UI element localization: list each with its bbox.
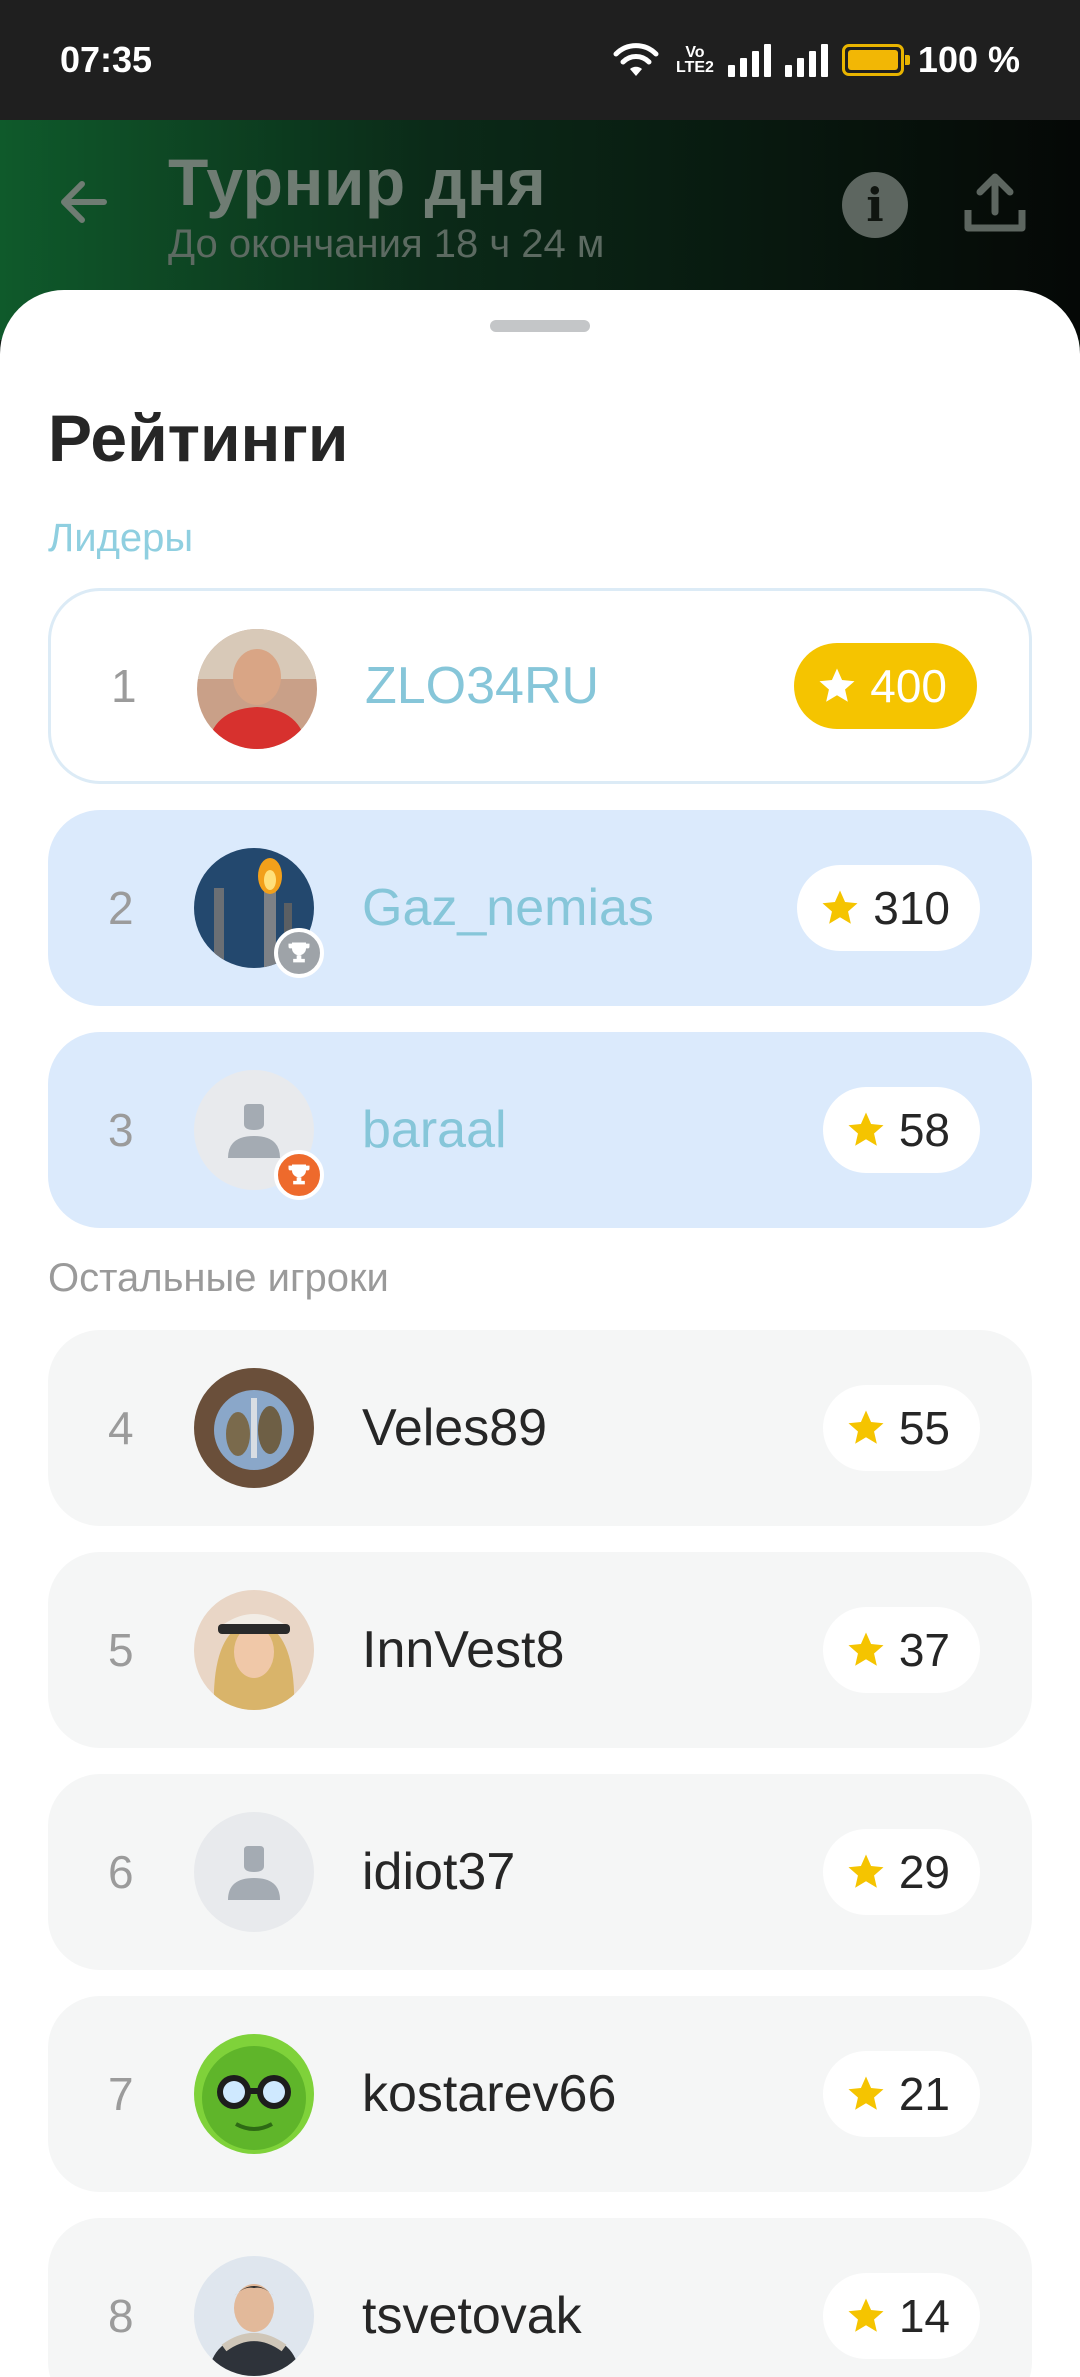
rank-number: 7 — [108, 2068, 134, 2120]
rank-number: 3 — [108, 1104, 134, 1156]
score-value: 14 — [898, 2290, 950, 2342]
battery-percent: 100 % — [917, 39, 1020, 80]
signal-1-icon — [727, 43, 771, 77]
avatar — [194, 848, 324, 978]
share-icon — [964, 173, 1026, 232]
user-photo-icon — [197, 629, 317, 749]
silver-trophy-badge — [274, 928, 324, 978]
avatar — [194, 1070, 324, 1200]
leaderboard-row[interactable]: 5 InnVest8 37 — [48, 1552, 1032, 1748]
star-icon — [848, 1410, 884, 1444]
bronze-trophy-badge — [274, 1150, 324, 1200]
rank-number: 5 — [108, 1624, 134, 1676]
star-icon — [822, 890, 858, 924]
score-value: 58 — [898, 1104, 950, 1156]
star-icon — [848, 2298, 884, 2332]
player-name: Veles89 — [362, 1399, 548, 1457]
avatar — [194, 2256, 314, 2376]
rank-number: 2 — [108, 882, 134, 934]
score-value: 21 — [898, 2068, 950, 2120]
rank-number: 6 — [108, 1846, 134, 1898]
sheet-title: Рейтинги — [48, 401, 349, 475]
avatar — [194, 2034, 314, 2154]
lte-icon: Vo LTE2 — [675, 44, 714, 76]
star-icon — [848, 1632, 884, 1666]
score-badge: 29 — [822, 1829, 980, 1915]
battery-icon — [841, 44, 910, 76]
rank-number: 1 — [111, 660, 137, 712]
leaderboard-row[interactable]: 3 baraal 58 — [48, 1032, 1032, 1228]
status-icons: Vo LTE2 100 % — [610, 39, 1020, 81]
star-icon — [819, 668, 855, 702]
default-user-icon — [228, 1104, 280, 1158]
star-icon — [848, 2076, 884, 2110]
lte-top-label: Vo — [685, 44, 705, 61]
leaderboard-row[interactable]: 2 Gaz_nemias 310 — [48, 810, 1032, 1006]
star-icon — [848, 1112, 884, 1146]
leaderboard-row[interactable]: 6 idiot37 29 — [48, 1774, 1032, 1970]
ratings-sheet: Рейтинги Лидеры 1 ZLO34RU 400 2 Gaz_nemi… — [0, 290, 1080, 2377]
star-icon — [848, 1854, 884, 1888]
lte-bottom-label: LTE2 — [675, 59, 714, 76]
score-badge: 14 — [822, 2273, 980, 2359]
leaderboard-row[interactable]: 1 ZLO34RU 400 — [48, 588, 1032, 784]
back-button[interactable] — [52, 170, 116, 234]
score-value: 400 — [870, 660, 947, 712]
score-badge: 400 — [794, 643, 977, 729]
others-section-label: Остальные игроки — [48, 1256, 389, 1300]
leaderboard-row[interactable]: 4 Veles89 55 — [48, 1330, 1032, 1526]
leaders-section-label: Лидеры — [48, 516, 194, 560]
player-name: idiot37 — [362, 1843, 516, 1901]
user-photo-icon — [194, 1368, 314, 1488]
wifi-icon — [613, 43, 659, 76]
status-bar: 07:35 Vo LTE2 100 % — [0, 0, 1080, 120]
leaderboard-row[interactable]: 8 tsvetovak 14 — [48, 2218, 1032, 2377]
info-button[interactable]: i — [842, 172, 908, 238]
tournament-countdown: До окончания 18 ч 24 м — [168, 222, 605, 266]
rank-number: 4 — [108, 1402, 134, 1454]
player-name: InnVest8 — [362, 1621, 565, 1679]
score-badge: 58 — [822, 1087, 980, 1173]
avatar — [194, 1590, 314, 1710]
player-name: ZLO34RU — [365, 657, 600, 715]
score-value: 37 — [898, 1624, 950, 1676]
score-badge: 21 — [822, 2051, 980, 2137]
score-value: 55 — [898, 1402, 950, 1454]
avatar — [194, 1812, 314, 1932]
score-badge: 37 — [822, 1607, 980, 1693]
signal-2-icon — [784, 43, 828, 77]
avatar — [194, 1368, 314, 1488]
score-value: 310 — [873, 882, 950, 934]
rank-number: 8 — [108, 2290, 134, 2342]
score-badge: 55 — [822, 1385, 980, 1471]
arrow-left-icon — [61, 181, 107, 223]
info-icon: i — [866, 178, 884, 232]
avatar — [197, 629, 317, 749]
score-value: 29 — [898, 1846, 950, 1898]
score-badge: 310 — [797, 865, 980, 951]
default-user-icon — [228, 1846, 280, 1900]
user-photo-icon — [194, 1590, 314, 1710]
trophy-icon — [288, 942, 310, 963]
share-button[interactable] — [960, 168, 1030, 238]
player-name: Gaz_nemias — [362, 879, 654, 937]
player-name: kostarev66 — [362, 2065, 617, 2123]
sheet-drag-handle[interactable] — [490, 320, 590, 332]
leaderboard-row[interactable]: 7 kostarev66 21 — [48, 1996, 1032, 2192]
player-name: tsvetovak — [362, 2287, 582, 2345]
trophy-icon — [288, 1164, 310, 1185]
user-photo-icon — [194, 2256, 314, 2376]
user-photo-icon — [194, 2034, 314, 2154]
player-name: baraal — [362, 1101, 507, 1159]
page-title: Турнир дня — [168, 145, 547, 219]
status-time: 07:35 — [60, 39, 153, 80]
